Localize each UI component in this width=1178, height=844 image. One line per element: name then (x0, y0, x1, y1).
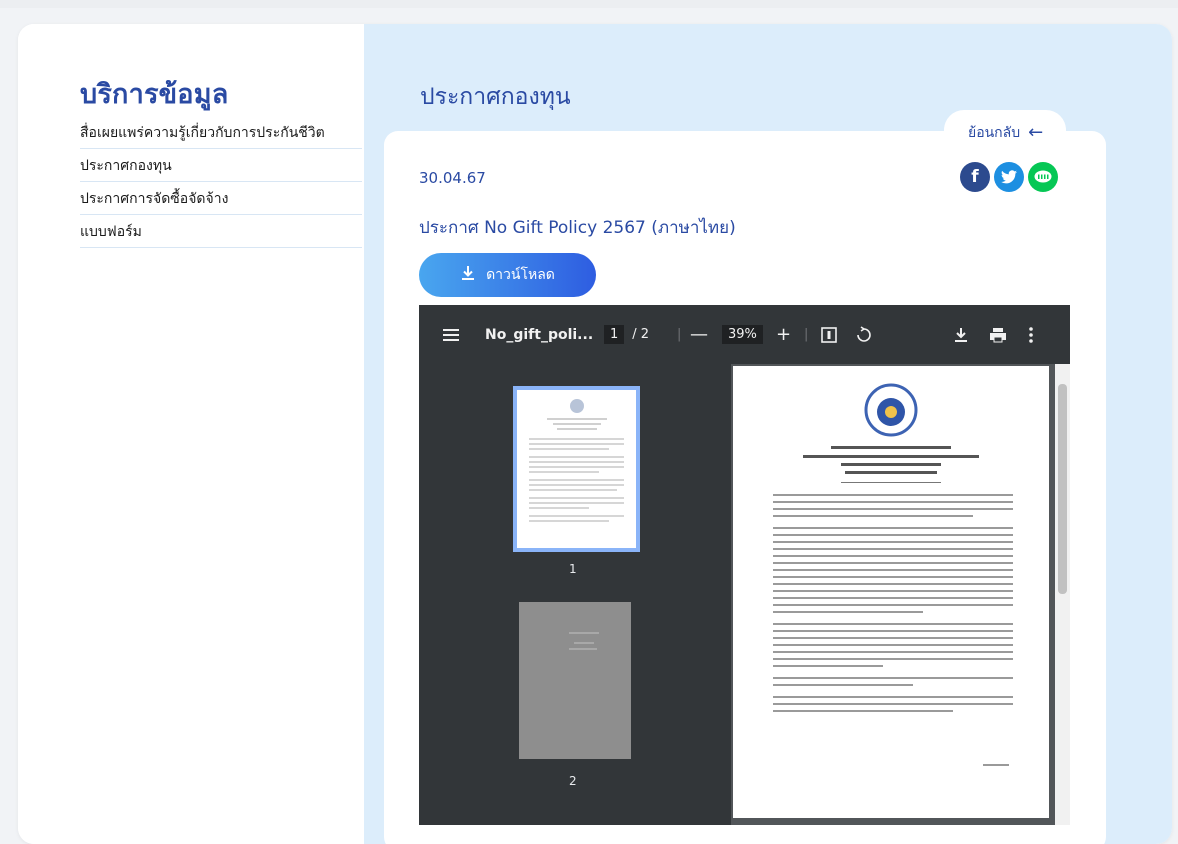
zoom-box: 39% (722, 305, 763, 364)
download-label: ดาวน์โหลด (486, 267, 555, 283)
zoom-input[interactable]: 39% (722, 325, 763, 344)
main-content: ประกาศกองทุน ย้อนกลับ ← 30.04.67 f ประกา… (364, 24, 1172, 844)
thumbnail-page-1[interactable] (513, 386, 640, 552)
sidebar: บริการข้อมูล สื่อเผยแพร่ความรู้เกี่ยวกับ… (18, 24, 364, 844)
twitter-icon[interactable] (994, 162, 1024, 192)
page-number-input[interactable]: 1 (604, 325, 625, 344)
page-title: ประกาศกองทุน (420, 84, 571, 110)
pdf-viewer: No_gift_poli... 1 / 2 | — 39% + | 1 2 (419, 305, 1070, 825)
facebook-icon[interactable]: f (960, 162, 990, 192)
thumbnail-page-2[interactable] (519, 602, 631, 759)
download-button[interactable]: ดาวน์โหลด (419, 253, 596, 297)
thumbnail-label-1: 1 (569, 562, 577, 576)
fit-page-icon[interactable] (821, 305, 837, 364)
share-buttons: f (960, 162, 1058, 192)
browser-strip (0, 0, 1178, 8)
pdf-file-name: No_gift_poli... (485, 326, 594, 343)
page-total: / 2 (632, 327, 650, 342)
back-label: ย้อนกลับ (968, 125, 1021, 141)
pdf-scrollbar[interactable] (1055, 364, 1070, 825)
thumbnail-label-2: 2 (569, 774, 577, 788)
content-card: บริการข้อมูล สื่อเผยแพร่ความรู้เกี่ยวกับ… (18, 24, 1172, 844)
sidebar-item-procurement[interactable]: ประกาศการจัดซื้อจัดจ้าง (80, 188, 362, 215)
print-icon[interactable] (989, 305, 1007, 364)
announcement-date: 30.04.67 (419, 169, 486, 187)
scrollbar-thumb[interactable] (1058, 384, 1067, 594)
thumbnail-sidebar: 1 2 (419, 364, 731, 825)
pdf-page-preview (733, 366, 1049, 818)
menu-icon[interactable] (443, 305, 459, 364)
sidebar-item-forms[interactable]: แบบฟอร์ม (80, 221, 362, 248)
page-control: 1 / 2 (604, 305, 649, 364)
pdf-download-icon[interactable] (953, 305, 969, 364)
arrow-left-icon: ← (1028, 122, 1044, 143)
more-options-icon[interactable] (1029, 305, 1033, 364)
toolbar-divider: | (677, 327, 682, 342)
sidebar-item-knowledge[interactable]: สื่อเผยแพร่ความรู้เกี่ยวกับการประกันชีวิ… (80, 122, 362, 149)
back-button[interactable]: ย้อนกลับ ← (968, 122, 1043, 144)
sidebar-title: บริการข้อมูล (80, 79, 229, 110)
pdf-toolbar: No_gift_poli... 1 / 2 | — 39% + | (419, 305, 1070, 364)
zoom-in-icon[interactable]: + (776, 305, 791, 364)
zoom-out-icon[interactable]: — (690, 305, 708, 364)
download-icon (460, 265, 476, 285)
document-title: ประกาศ No Gift Policy 2567 (ภาษาไทย) (419, 218, 736, 238)
line-icon[interactable] (1028, 162, 1058, 192)
sidebar-item-fund-announcement[interactable]: ประกาศกองทุน (80, 155, 362, 182)
rotate-icon[interactable] (855, 305, 873, 364)
toolbar-divider-2: | (804, 327, 809, 342)
sidebar-menu: สื่อเผยแพร่ความรู้เกี่ยวกับการประกันชีวิ… (80, 122, 362, 248)
